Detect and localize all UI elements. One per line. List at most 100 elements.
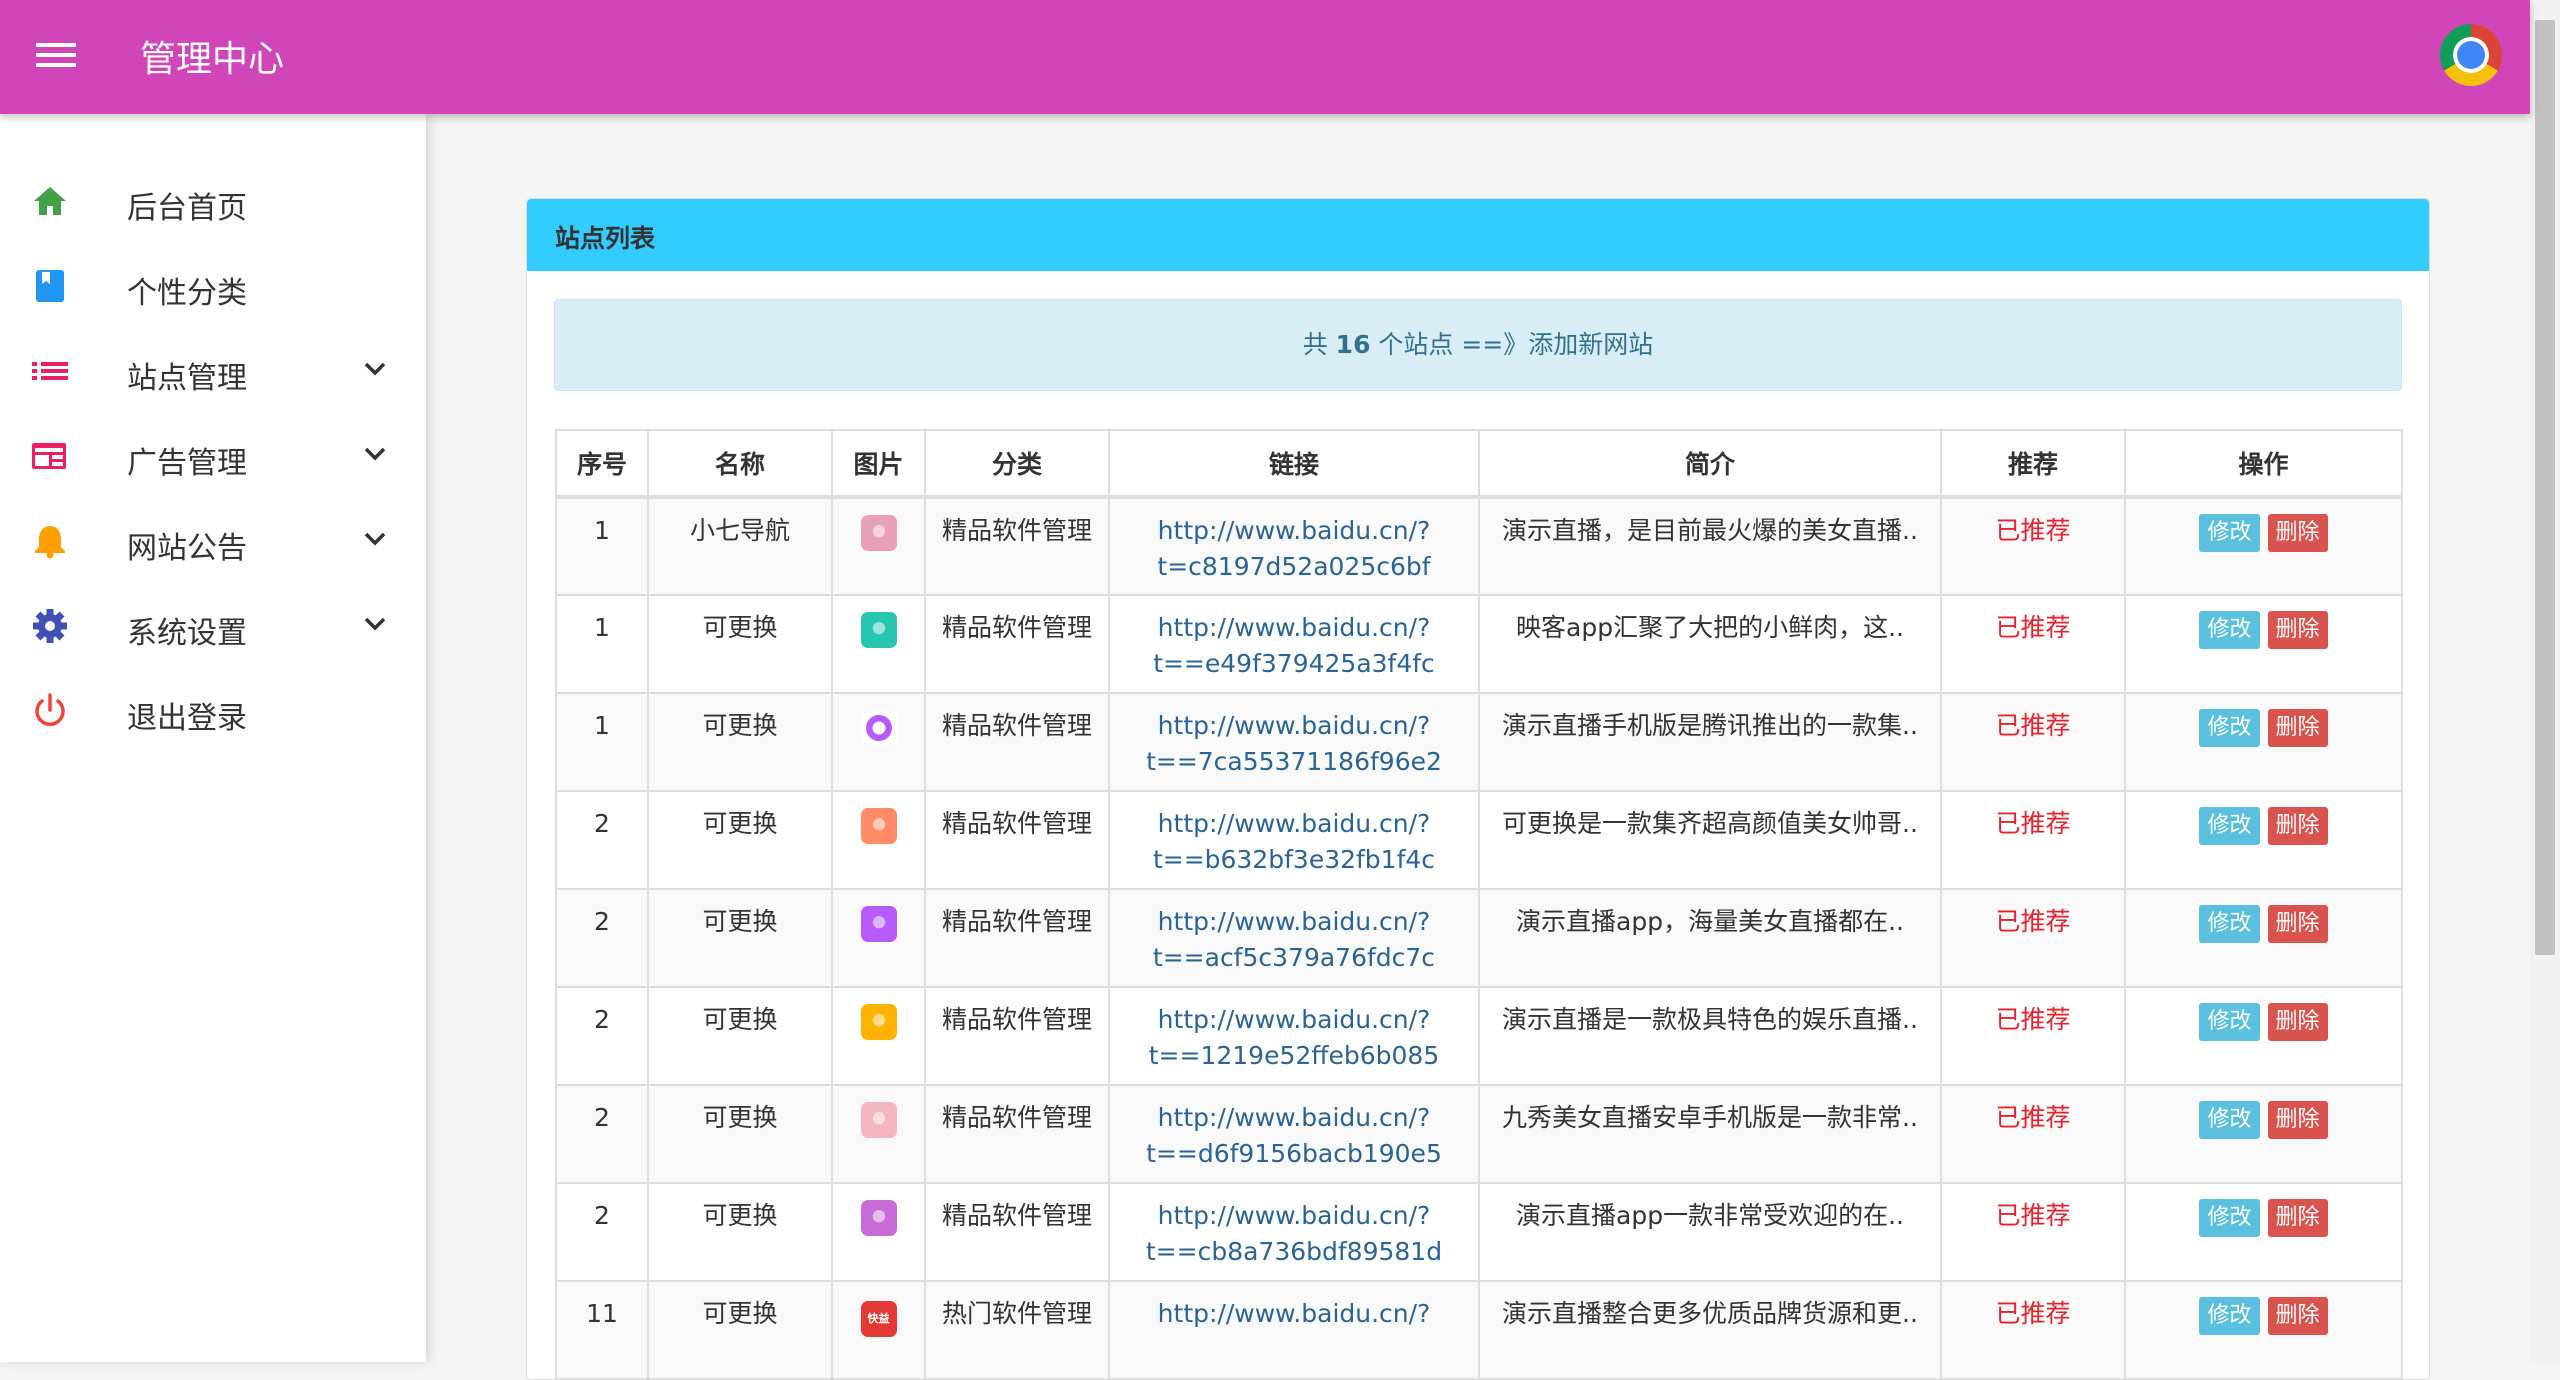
site-url-link[interactable]: http://www.baidu.cn/? t==d6f9156bacb190e5 [1146,1103,1442,1168]
delete-button[interactable]: 删除 [2267,709,2328,747]
url-line: t==b632bf3e32fb1f4c [1152,845,1436,874]
site-url-link[interactable]: http://www.baidu.cn/? t==cb8a736bdf89581d [1146,1201,1442,1266]
url-line: http://www.baidu.cn/? [1157,711,1431,740]
url-line: http://www.baidu.cn/? [1157,907,1431,936]
sidebar-item-ads[interactable]: 广告管理 [0,426,426,486]
site-url-link[interactable]: http://www.baidu.cn/? t==1219e52ffeb6b085 [1149,1005,1439,1070]
panel-title: 站点列表 [555,224,656,253]
url-line: t==acf5c379a76fdc7c [1152,943,1436,972]
delete-button[interactable]: 删除 [2267,1297,2328,1335]
cell-url: http://www.baidu.cn/? t=c8197d52a025c6bf [1108,496,1480,596]
cell-category: 精品软件管理 [924,888,1110,988]
sidebar-item-logout[interactable]: 退出登录 [0,681,426,741]
site-thumbnail [860,710,897,746]
sidebar-item-category[interactable]: 个性分类 [0,256,426,316]
cell-recommend: 已推荐 [1940,790,2126,890]
cell-url: http://www.baidu.cn/? t==b632bf3e32fb1f4c [1108,790,1480,890]
delete-button[interactable]: 删除 [2267,1003,2328,1041]
site-url-link[interactable]: http://www.baidu.cn/? t==e49f379425a3f4fc [1153,613,1435,678]
cell-image [831,790,926,890]
delete-button[interactable]: 删除 [2267,1101,2328,1139]
sidebar-item-notice[interactable]: 网站公告 [0,511,426,571]
cell-recommend: 已推荐 [1940,692,2126,792]
edit-button[interactable]: 修改 [2199,1003,2260,1041]
edit-button[interactable]: 修改 [2199,1199,2260,1237]
site-url-link[interactable]: http://www.baidu.cn/? t==7ca55371186f96e2 [1146,711,1442,776]
sidebar-item-sites[interactable]: 站点管理 [0,341,426,401]
cell-seq: 2 [555,888,649,988]
sidebar-item-label: 后台首页 [127,191,247,226]
delete-button[interactable]: 删除 [2267,807,2328,845]
cell-name: 可更换 [647,692,833,792]
edit-button[interactable]: 修改 [2199,905,2260,943]
delete-button[interactable]: 删除 [2267,611,2328,649]
cell-category: 精品软件管理 [924,1084,1110,1184]
delete-button[interactable]: 删除 [2267,1199,2328,1237]
cell-url: http://www.baidu.cn/? t==e49f379425a3f4fc [1108,594,1480,694]
edit-button[interactable]: 修改 [2199,807,2260,845]
recommend-status: 已推荐 [1995,809,2071,838]
edit-button[interactable]: 修改 [2199,611,2260,649]
menu-icon[interactable] [36,38,76,74]
cell-actions: 修改 删除 [2124,1280,2403,1380]
cell-recommend: 已推荐 [1940,496,2126,596]
site-table: 序号 名称 图片 分类 链接 简介 推荐 操作 1 小七导航 精品软件管理 http:… [555,429,2403,1380]
delete-button[interactable]: 删除 [2267,514,2328,552]
cell-recommend: 已推荐 [1940,594,2126,694]
cell-seq: 1 [555,496,649,596]
book-icon [36,270,64,302]
cell-actions: 修改 删除 [2124,692,2403,792]
count-suffix: 个站点 ==》 [1378,330,1529,359]
url-line: t==d6f9156bacb190e5 [1146,1139,1442,1168]
top-bar: 管理中心 [0,0,2530,114]
site-url-link[interactable]: http://www.baidu.cn/? t=c8197d52a025c6bf [1157,516,1430,581]
cell-url: http://www.baidu.cn/? t==1219e52ffeb6b085 [1108,986,1480,1086]
recommend-status: 已推荐 [1995,1201,2071,1230]
column-header: 操作 [2124,429,2403,499]
power-icon [35,693,65,726]
site-url-link[interactable]: http://www.baidu.cn/? t==b632bf3e32fb1f4c [1153,809,1435,874]
cell-url: http://www.baidu.cn/? t==acf5c379a76fdc7c [1108,888,1480,988]
site-thumbnail [860,1200,897,1236]
sidebar-item-home[interactable]: 后台首页 [0,171,426,231]
recommend-status: 已推荐 [1995,711,2071,740]
site-url-link[interactable]: http://www.baidu.cn/? [1158,1299,1431,1328]
cell-description: 可更换是一款集齐超高颜值美女帅哥.. [1478,790,1942,890]
url-line: t=c8197d52a025c6bf [1157,552,1431,581]
sidebar-item-label: 个性分类 [127,276,247,311]
cell-name: 可更换 [647,1182,833,1282]
site-url-link[interactable]: http://www.baidu.cn/? t==acf5c379a76fdc7c [1153,907,1435,972]
cell-seq: 1 [555,594,649,694]
count-prefix: 共 [1302,330,1328,359]
cell-description: 演示直播手机版是腾讯推出的一款集.. [1478,692,1942,792]
edit-button[interactable]: 修改 [2199,514,2260,552]
column-header: 简介 [1478,429,1942,499]
site-thumbnail [860,906,897,942]
user-avatar[interactable] [2440,24,2502,86]
edit-button[interactable]: 修改 [2199,1297,2260,1335]
scrollbar-thumb[interactable] [2535,20,2555,955]
bell-icon [35,526,65,559]
chevron-down-icon [364,617,386,631]
edit-button[interactable]: 修改 [2199,1101,2260,1139]
page-scrollbar[interactable] [2530,0,2560,1362]
cell-image [831,1084,926,1184]
cell-seq: 2 [555,1182,649,1282]
sidebar-item-settings[interactable]: 系统设置 [0,596,426,656]
url-line: http://www.baidu.cn/? [1157,1201,1431,1230]
cell-description: 演示直播整合更多优质品牌货源和更.. [1478,1280,1942,1380]
cell-actions: 修改 删除 [2124,1084,2403,1184]
cell-image [831,692,926,792]
cell-name: 可更换 [647,1280,833,1380]
edit-button[interactable]: 修改 [2199,709,2260,747]
sidebar-item-label: 站点管理 [127,361,247,396]
url-line: t==cb8a736bdf89581d [1145,1237,1443,1266]
chevron-down-icon [364,447,386,461]
table-row: 1 小七导航 精品软件管理 http://www.baidu.cn/? t=c8197d… [555,496,2403,596]
delete-button[interactable]: 删除 [2267,905,2328,943]
add-site-link[interactable]: 添加新网站 [1528,330,1653,359]
column-header: 名称 [647,429,833,499]
recommend-status: 已推荐 [1995,516,2071,545]
cell-recommend: 已推荐 [1940,1182,2126,1282]
recommend-status: 已推荐 [1995,1299,2071,1328]
